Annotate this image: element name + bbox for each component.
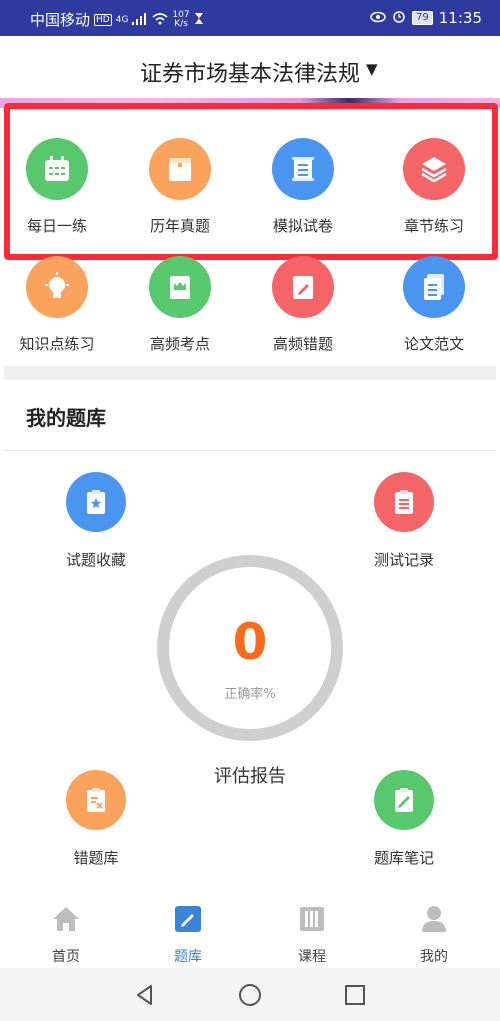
section-divider bbox=[4, 366, 496, 380]
signal-icon bbox=[132, 11, 148, 29]
chevron-down-icon[interactable]: ▼ bbox=[366, 60, 378, 78]
tab-label: 题库 bbox=[174, 949, 202, 965]
edit-icon bbox=[173, 906, 203, 938]
test-records-label: 测试记录 bbox=[373, 551, 434, 569]
hourglass-icon bbox=[194, 11, 204, 29]
note-edit-icon bbox=[374, 770, 434, 830]
grid-item-daily-practice[interactable]: 每日一练 bbox=[0, 138, 117, 238]
box-icon bbox=[149, 138, 211, 200]
bookmark-clipboard-icon bbox=[66, 472, 126, 532]
crown-book-icon bbox=[149, 256, 211, 318]
alarm-icon bbox=[392, 9, 406, 27]
tab-label: 课程 bbox=[298, 949, 326, 965]
lightbulb-icon bbox=[26, 256, 88, 318]
grid-item-past-exams[interactable]: 历年真题 bbox=[120, 138, 240, 238]
tab-question-bank[interactable]: 题库 bbox=[138, 904, 238, 966]
test-records-button[interactable]: 测试记录 bbox=[344, 472, 464, 570]
wrong-bank-label: 错题库 bbox=[73, 849, 119, 867]
grid-item-hot-topics[interactable]: 高频考点 bbox=[120, 256, 240, 356]
document-icon bbox=[403, 256, 465, 318]
system-nav-bar bbox=[0, 968, 500, 1021]
tab-label: 首页 bbox=[52, 949, 80, 965]
network-label: 4G bbox=[115, 14, 129, 25]
grid-label: 模拟试卷 bbox=[272, 217, 333, 235]
speed-unit: K/s bbox=[174, 18, 188, 29]
bottom-nav: 首页 题库 课程 我的 bbox=[0, 896, 500, 968]
tab-label: 我的 bbox=[420, 949, 448, 965]
wrong-clipboard-icon bbox=[66, 770, 126, 830]
grid-label: 论文范文 bbox=[403, 335, 464, 353]
app-header: 证券市场基本法律法规 ▼ bbox=[0, 36, 500, 100]
grid-label: 高频错题 bbox=[272, 335, 333, 353]
section-underline bbox=[4, 450, 496, 451]
grid-item-sample-essays[interactable]: 论文范文 bbox=[374, 256, 494, 356]
scroll-icon bbox=[272, 138, 334, 200]
tab-profile[interactable]: 我的 bbox=[384, 904, 484, 966]
carrier-label: 中国移动 bbox=[30, 11, 91, 29]
grid-label: 知识点练习 bbox=[19, 335, 95, 353]
grid-label: 章节练习 bbox=[403, 217, 464, 235]
tab-home[interactable]: 首页 bbox=[16, 904, 116, 966]
grid-item-mock-exams[interactable]: 模拟试卷 bbox=[243, 138, 363, 238]
notes-label: 题库笔记 bbox=[373, 849, 434, 867]
banner-image[interactable] bbox=[0, 98, 500, 108]
notes-button[interactable]: 题库笔记 bbox=[344, 770, 464, 868]
user-icon bbox=[419, 906, 449, 938]
accuracy-ring[interactable]: 0 正确率% bbox=[157, 555, 343, 741]
wifi-icon bbox=[152, 11, 168, 29]
edit-book-icon bbox=[272, 256, 334, 318]
accuracy-label: 正确率% bbox=[224, 687, 276, 702]
grid-label: 历年真题 bbox=[149, 217, 210, 235]
home-icon bbox=[51, 907, 81, 938]
hd-badge: HD bbox=[94, 13, 112, 26]
section-title-my-bank: 我的题库 bbox=[26, 406, 106, 430]
grid-item-knowledge-practice[interactable]: 知识点练习 bbox=[0, 256, 117, 356]
battery-indicator: 79 bbox=[412, 11, 433, 25]
layers-icon bbox=[403, 138, 465, 200]
home-circle-icon[interactable] bbox=[237, 982, 263, 1008]
grid-item-chapter-practice[interactable]: 章节练习 bbox=[374, 138, 494, 238]
favorites-button[interactable]: 试题收藏 bbox=[36, 472, 156, 570]
clock-time: 11:35 bbox=[438, 9, 482, 27]
grid-label: 高频考点 bbox=[149, 335, 210, 353]
grid-item-frequent-errors[interactable]: 高频错题 bbox=[243, 256, 363, 356]
eye-icon bbox=[370, 9, 386, 27]
recent-apps-icon[interactable] bbox=[342, 982, 368, 1008]
wrong-bank-button[interactable]: 错题库 bbox=[36, 770, 156, 868]
tab-courses[interactable]: 课程 bbox=[262, 904, 362, 966]
subject-title[interactable]: 证券市场基本法律法规 bbox=[0, 56, 500, 88]
speed-readout: 107 K/s bbox=[172, 10, 189, 29]
calendar-icon bbox=[26, 138, 88, 200]
grid-label: 每日一练 bbox=[26, 217, 87, 235]
record-clipboard-icon bbox=[374, 472, 434, 532]
books-icon bbox=[297, 907, 327, 938]
back-icon[interactable] bbox=[132, 982, 158, 1008]
accuracy-value: 0 bbox=[232, 613, 268, 671]
favorites-label: 试题收藏 bbox=[65, 551, 126, 569]
status-bar: 中国移动 HD 4G 107 K/s 79 11:35 bbox=[0, 0, 500, 36]
